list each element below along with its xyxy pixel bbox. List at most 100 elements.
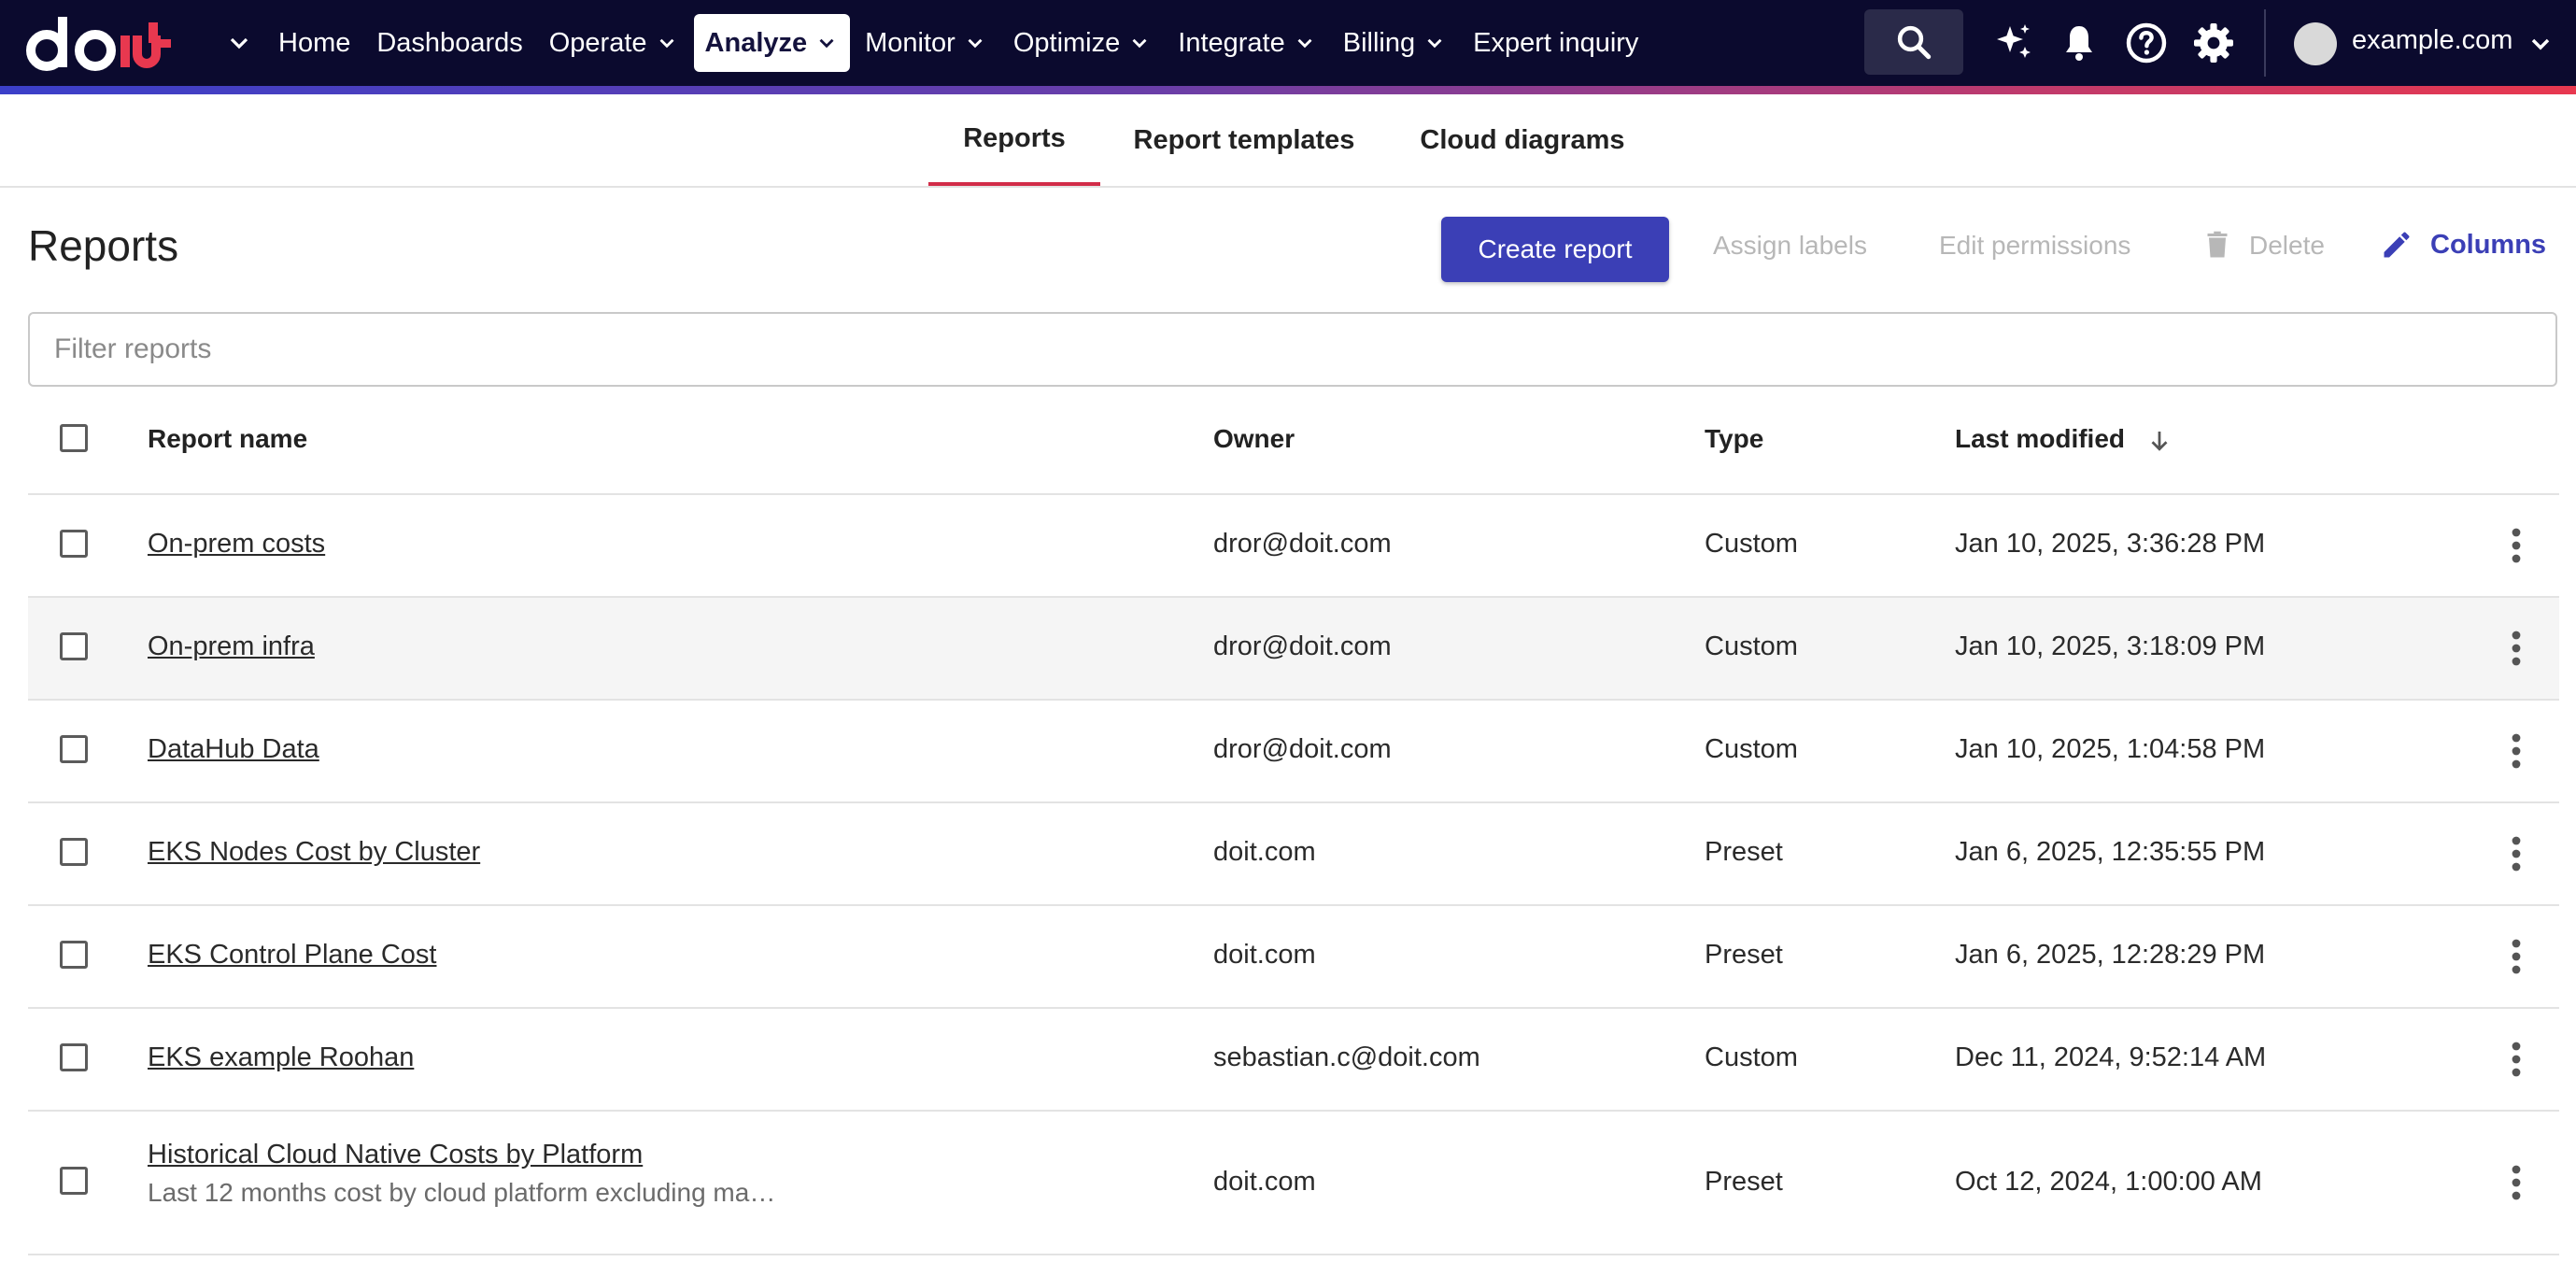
owner-cell: sebastian.c@doit.com: [1213, 1042, 1480, 1072]
chevron-down-icon[interactable]: [2526, 29, 2555, 59]
columns-label: Columns: [2430, 229, 2547, 260]
report-name-link[interactable]: EKS Nodes Cost by Cluster: [148, 837, 480, 867]
header-last-modified-label: Last modified: [1955, 424, 2126, 453]
owner-cell: dror@doit.com: [1213, 631, 1392, 661]
header-last-modified[interactable]: Last modified: [1955, 424, 2173, 455]
nav-monitor-label: Monitor: [865, 27, 955, 58]
modified-cell: Dec 11, 2024, 9:52:14 AM: [1955, 1042, 2267, 1072]
row-checkbox[interactable]: [60, 1043, 88, 1071]
report-name-link[interactable]: EKS Control Plane Cost: [148, 940, 436, 970]
page-title: Reports: [28, 221, 179, 270]
modified-cell: Jan 6, 2025, 12:35:55 PM: [1955, 837, 2266, 867]
type-cell: Preset: [1705, 837, 1783, 867]
owner-cell: doit.com: [1213, 1167, 1316, 1197]
chevron-down-icon: [819, 38, 834, 49]
table-row[interactable]: Historical Cloud Native Costs by Platfor…: [28, 1112, 2559, 1255]
search-button[interactable]: [1864, 9, 1963, 75]
select-all-checkbox[interactable]: [60, 424, 88, 452]
table-row[interactable]: On-prem costs dror@doit.com Custom Jan 1…: [28, 495, 2559, 598]
nav-optimize-label: Optimize: [1012, 27, 1121, 58]
more-vert-icon[interactable]: [2511, 835, 2522, 872]
type-cell: Preset: [1705, 1167, 1783, 1197]
row-checkbox[interactable]: [60, 941, 88, 969]
sparkle-icon[interactable]: [1991, 21, 2036, 65]
nav-dashboards[interactable]: Dashboards: [365, 14, 533, 72]
columns-button[interactable]: Columns: [2380, 228, 2546, 262]
pencil-icon: [2384, 232, 2410, 258]
top-nav-bar: Home Dashboards Operate Analyze Monitor …: [0, 0, 2576, 86]
nav-integrate-label: Integrate: [1178, 27, 1285, 58]
nav-billing-label: Billing: [1342, 27, 1416, 58]
nav-monitor[interactable]: Monitor: [854, 14, 998, 72]
row-checkbox[interactable]: [60, 735, 88, 763]
tab-cloud-diagrams-label: Cloud diagrams: [1420, 124, 1625, 155]
report-name-link[interactable]: Historical Cloud Native Costs by Platfor…: [148, 1140, 775, 1170]
tab-reports-label: Reports: [963, 122, 1066, 153]
filter-input[interactable]: [28, 312, 2557, 387]
tab-report-templates[interactable]: Report templates: [1119, 94, 1369, 186]
row-checkbox[interactable]: [60, 632, 88, 660]
nav-analyze[interactable]: Analyze: [693, 14, 851, 72]
report-name-link[interactable]: On-prem costs: [148, 529, 325, 559]
account-name[interactable]: example.com: [2352, 25, 2512, 56]
owner-cell: dror@doit.com: [1213, 734, 1392, 764]
reports-table: Report name Owner Type Last modified On-…: [28, 390, 2559, 1255]
nav-analyze-label: Analyze: [704, 27, 808, 58]
tab-cloud-diagrams[interactable]: Cloud diagrams: [1399, 94, 1646, 186]
nav-expert-inquiry-label: Expert inquiry: [1473, 27, 1639, 58]
more-vert-icon[interactable]: [2511, 1164, 2522, 1201]
type-cell: Custom: [1705, 631, 1798, 661]
assign-labels-button[interactable]: Assign labels: [1713, 231, 1867, 261]
table-row[interactable]: EKS Nodes Cost by Cluster doit.com Prese…: [28, 803, 2559, 906]
doit-logo[interactable]: [26, 13, 181, 73]
owner-cell: dror@doit.com: [1213, 529, 1392, 559]
header-owner[interactable]: Owner: [1213, 424, 1295, 454]
nav-operate[interactable]: Operate: [538, 14, 690, 72]
table-row[interactable]: EKS Control Plane Cost doit.com Preset J…: [28, 906, 2559, 1009]
row-checkbox[interactable]: [60, 838, 88, 866]
avatar[interactable]: [2294, 22, 2337, 65]
nav-dashboards-label: Dashboards: [376, 27, 523, 58]
report-name-link[interactable]: DataHub Data: [148, 734, 319, 764]
owner-cell: doit.com: [1213, 837, 1316, 867]
search-icon: [1897, 25, 1932, 60]
report-name-link[interactable]: On-prem infra: [148, 631, 315, 661]
nav-expert-inquiry[interactable]: Expert inquiry: [1462, 14, 1649, 72]
table-row[interactable]: DataHub Data dror@doit.com Custom Jan 10…: [28, 701, 2559, 803]
nav-optimize[interactable]: Optimize: [1002, 14, 1163, 72]
nav-home[interactable]: Home: [267, 14, 361, 72]
help-icon[interactable]: [2124, 21, 2169, 65]
arrow-down-icon[interactable]: [2145, 427, 2173, 455]
more-vert-icon[interactable]: [2511, 732, 2522, 770]
table-header: Report name Owner Type Last modified: [28, 390, 2559, 495]
nav-billing[interactable]: Billing: [1332, 14, 1458, 72]
trash-icon[interactable]: [2201, 228, 2234, 262]
edit-permissions-button[interactable]: Edit permissions: [1939, 231, 2130, 261]
type-cell: Preset: [1705, 940, 1783, 970]
tab-reports[interactable]: Reports: [928, 94, 1100, 186]
chevron-down-icon: [1427, 38, 1442, 49]
chevron-down-icon: [1132, 38, 1147, 49]
nav-integrate[interactable]: Integrate: [1167, 14, 1327, 72]
type-cell: Custom: [1705, 529, 1798, 559]
table-row[interactable]: EKS example Roohan sebastian.c@doit.com …: [28, 1009, 2559, 1112]
row-checkbox[interactable]: [60, 1167, 88, 1195]
header-type[interactable]: Type: [1705, 424, 1763, 454]
sub-tabs: Reports Report templates Cloud diagrams: [0, 94, 2576, 188]
chevron-down-icon[interactable]: [224, 28, 254, 58]
row-checkbox[interactable]: [60, 530, 88, 558]
delete-button[interactable]: Delete: [2249, 231, 2325, 261]
create-report-button[interactable]: Create report: [1441, 217, 1669, 282]
more-vert-icon[interactable]: [2511, 938, 2522, 975]
chevron-down-icon: [659, 38, 674, 49]
table-row[interactable]: On-prem infra dror@doit.com Custom Jan 1…: [28, 598, 2559, 701]
bell-icon[interactable]: [2057, 21, 2102, 65]
more-vert-icon[interactable]: [2511, 630, 2522, 667]
header-report-name[interactable]: Report name: [148, 424, 307, 454]
main-nav: Home Dashboards Operate Analyze Monitor …: [267, 0, 1653, 86]
more-vert-icon[interactable]: [2511, 527, 2522, 564]
report-name-link[interactable]: EKS example Roohan: [148, 1042, 414, 1072]
gear-icon[interactable]: [2191, 21, 2236, 65]
more-vert-icon[interactable]: [2511, 1041, 2522, 1078]
nav-home-label: Home: [278, 27, 351, 58]
